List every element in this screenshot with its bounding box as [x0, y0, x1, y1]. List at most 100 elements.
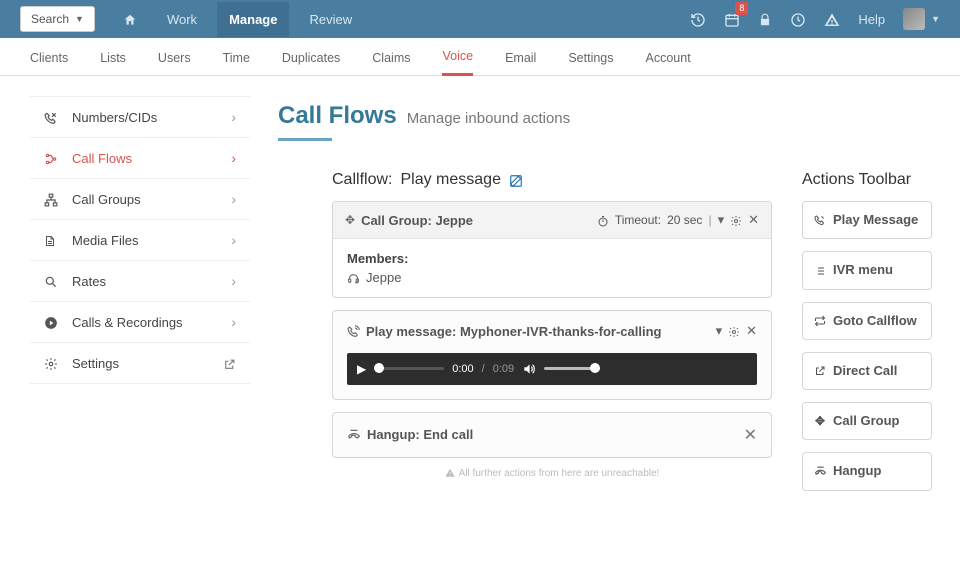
nav-home[interactable] [113, 1, 147, 37]
move-icon: ✥ [813, 414, 827, 429]
warning-icon[interactable] [824, 10, 840, 27]
card-title-value: Jeppe [435, 213, 473, 228]
callflow-column: Callflow: Play message ✥ Call Group: Jep… [332, 171, 772, 503]
sidebar-item-label: Numbers/CIDs [72, 110, 157, 125]
external-icon [813, 363, 827, 378]
lock-icon[interactable] [758, 10, 772, 27]
toolbar-item-ivr-menu[interactable]: IVR menu [802, 251, 932, 289]
nav-manage[interactable]: Manage [217, 2, 289, 37]
secnav-users[interactable]: Users [158, 39, 191, 75]
sidebar-item-callgroups[interactable]: Call Groups › [30, 179, 250, 220]
chevron-right-icon: › [231, 232, 236, 248]
toolbar-item-hangup[interactable]: Hangup [802, 452, 932, 490]
secnav-account[interactable]: Account [646, 39, 691, 75]
volume-icon[interactable] [522, 361, 536, 377]
close-icon[interactable]: ✕ [748, 212, 759, 228]
secnav-clients[interactable]: Clients [30, 39, 68, 75]
primary-nav: Work Manage Review [113, 1, 364, 37]
nav-work[interactable]: Work [155, 2, 209, 37]
page-title: Call Flows Manage inbound actions [278, 102, 932, 132]
action-card-hangup: Hangup: End call ✕ [332, 412, 772, 458]
chevron-right-icon: › [231, 273, 236, 289]
search-label: Search [31, 12, 69, 26]
secnav-settings[interactable]: Settings [568, 39, 613, 75]
sidebar-item-label: Rates [72, 274, 106, 289]
play-button[interactable]: ▶ [357, 362, 366, 376]
sidebar-item-label: Media Files [72, 233, 138, 248]
headset-icon [347, 270, 360, 284]
sidebar-item-numbers[interactable]: Numbers/CIDs › [30, 96, 250, 138]
phone-sound-icon [813, 213, 827, 228]
volume-track[interactable] [544, 367, 600, 370]
gear-icon[interactable] [728, 324, 740, 339]
toolbar-item-goto-callflow[interactable]: Goto Callflow [802, 302, 932, 340]
toolbar-title: Actions Toolbar [802, 171, 932, 189]
topbar: Search ▼ Work Manage Review 8 Help ▼ [0, 0, 960, 38]
clock-icon[interactable] [790, 10, 806, 27]
secnav-voice[interactable]: Voice [442, 37, 473, 76]
help-link[interactable]: Help [858, 12, 885, 27]
divider: | [708, 213, 711, 227]
phone-sound-icon [347, 323, 360, 338]
external-link-icon [223, 355, 236, 371]
caret-down-icon[interactable]: ▾ [718, 212, 725, 228]
card-title-prefix: Play message: [366, 324, 456, 339]
secnav-duplicates[interactable]: Duplicates [282, 39, 340, 75]
page-title-text: Call Flows [278, 102, 397, 130]
close-icon[interactable]: ✕ [744, 425, 757, 445]
toolbar-item-play-message[interactable]: Play Message [802, 201, 932, 239]
secnav-claims[interactable]: Claims [372, 39, 410, 75]
gear-icon[interactable] [730, 213, 742, 228]
timeout-value: 20 sec [667, 213, 702, 227]
seek-knob[interactable] [374, 363, 384, 373]
card-header[interactable]: Play message: Myphoner-IVR-thanks-for-ca… [333, 311, 771, 353]
gear-icon [44, 355, 62, 371]
sidebar-item-label: Calls & Recordings [72, 315, 183, 330]
toolbar-item-label: IVR menu [833, 262, 893, 278]
search-dropdown[interactable]: Search ▼ [20, 6, 95, 32]
sidebar-item-rates[interactable]: Rates › [30, 261, 250, 302]
seek-track[interactable] [374, 367, 444, 370]
loop-icon [813, 313, 827, 328]
edit-icon[interactable] [509, 172, 523, 188]
secnav-time[interactable]: Time [223, 39, 250, 75]
toolbar-item-label: Direct Call [833, 363, 897, 379]
actions-toolbar: Actions Toolbar Play Message IVR menu [802, 171, 932, 503]
secnav-lists[interactable]: Lists [100, 39, 126, 75]
file-icon [44, 232, 62, 248]
sidebar-item-recordings[interactable]: Calls & Recordings › [30, 302, 250, 343]
audio-time-total: 0:09 [493, 363, 514, 375]
time-separator: / [482, 363, 485, 375]
main-content: Call Flows Manage inbound actions Callfl… [250, 76, 960, 503]
calendar-icon[interactable]: 8 [724, 10, 740, 27]
card-header[interactable]: ✥ Call Group: Jeppe Timeout: 20 sec | [333, 202, 771, 238]
card-title-value: Myphoner-IVR-thanks-for-calling [460, 324, 662, 339]
secnav-email[interactable]: Email [505, 39, 536, 75]
toolbar-item-label: Play Message [833, 212, 918, 228]
toolbar-item-label: Call Group [833, 413, 899, 429]
sidebar-item-settings[interactable]: Settings [30, 343, 250, 384]
caret-down-icon[interactable]: ▾ [716, 323, 723, 339]
move-icon: ✥ [345, 213, 355, 227]
chevron-right-icon: › [231, 109, 236, 125]
history-icon[interactable] [690, 10, 706, 27]
secondary-nav: Clients Lists Users Time Duplicates Clai… [0, 38, 960, 76]
caret-down-icon: ▼ [931, 14, 940, 24]
callflow-heading-label: Callflow: [332, 171, 392, 189]
sidebar-item-callflows[interactable]: Call Flows › [30, 138, 250, 179]
nav-review[interactable]: Review [297, 2, 364, 37]
topbar-right: 8 Help ▼ [690, 8, 940, 30]
flow-branch-icon [44, 150, 62, 166]
card-header[interactable]: Hangup: End call ✕ [333, 413, 771, 457]
sidebar-item-mediafiles[interactable]: Media Files › [30, 220, 250, 261]
member-name: Jeppe [366, 270, 401, 285]
toolbar-item-label: Hangup [833, 463, 881, 479]
caret-down-icon: ▼ [75, 14, 84, 24]
stopwatch-icon [597, 213, 609, 227]
toolbar-item-direct-call[interactable]: Direct Call [802, 352, 932, 390]
phone-split-icon [44, 109, 62, 125]
toolbar-item-call-group[interactable]: ✥ Call Group [802, 402, 932, 440]
user-menu[interactable]: ▼ [903, 8, 940, 30]
volume-knob[interactable] [590, 363, 600, 373]
close-icon[interactable]: ✕ [746, 323, 757, 339]
